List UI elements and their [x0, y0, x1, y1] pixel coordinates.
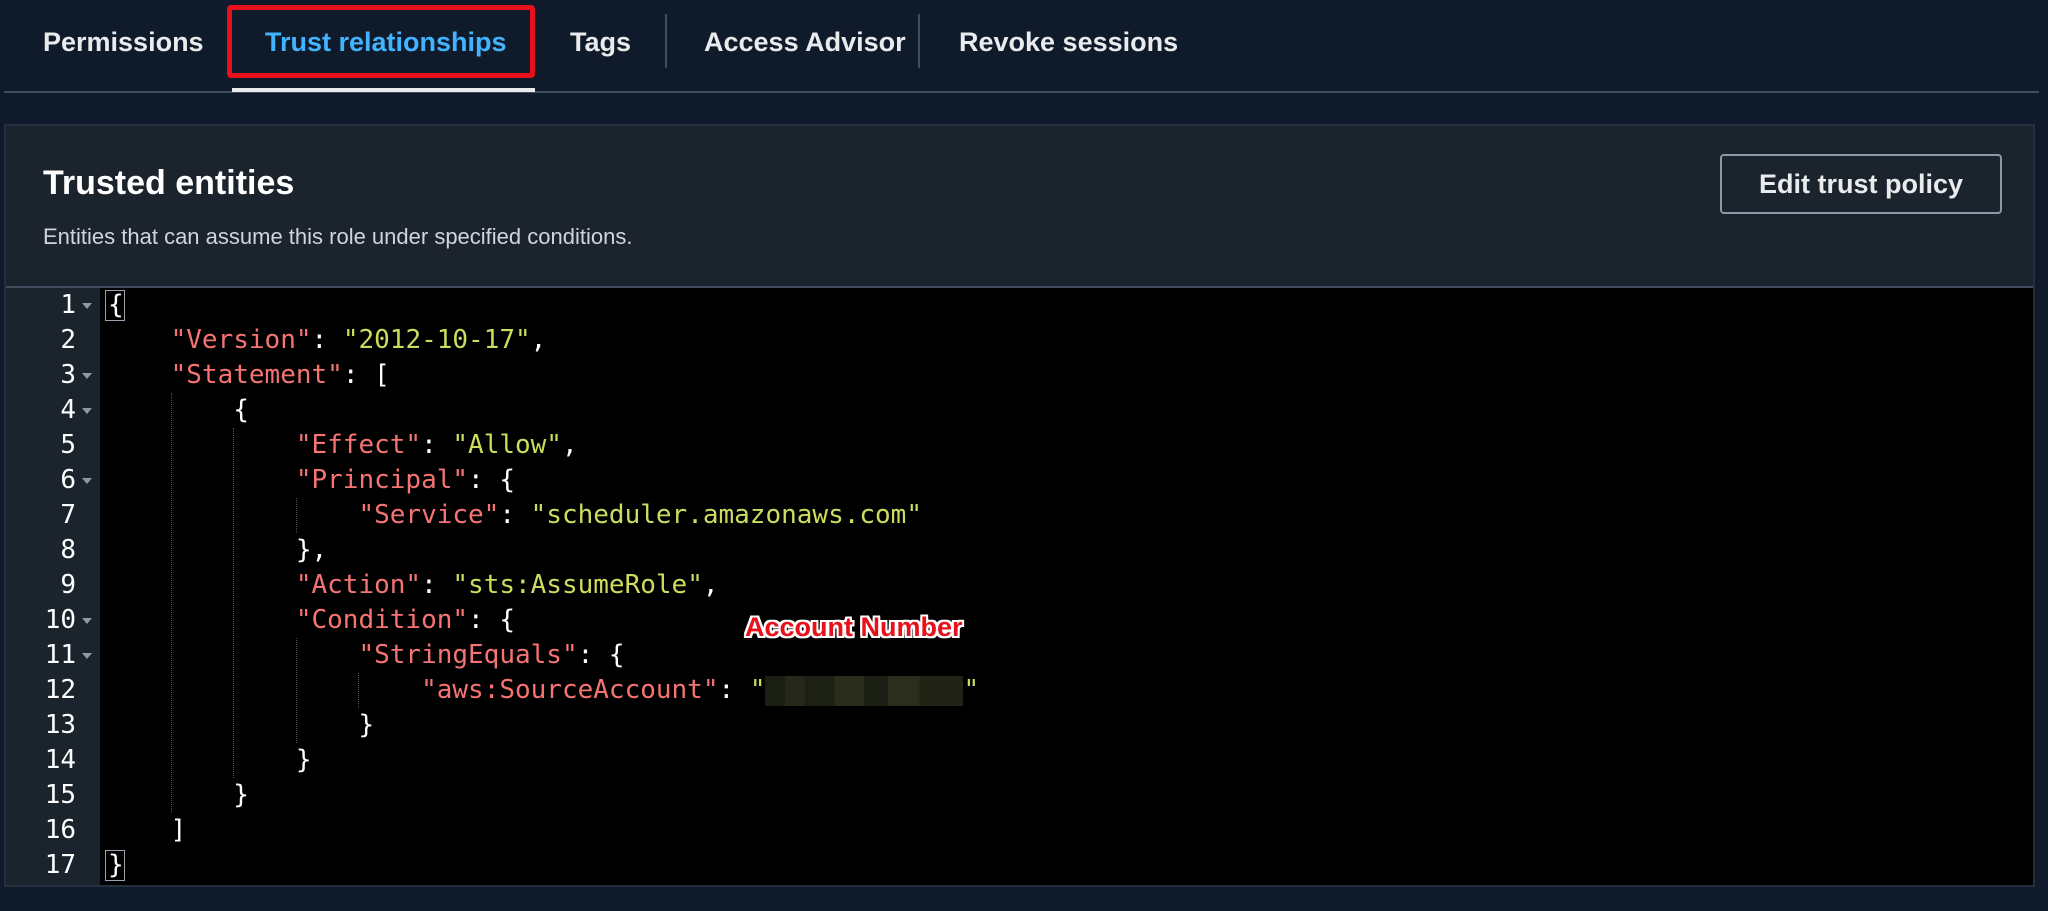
code-line[interactable]: "Effect": "Allow", — [108, 428, 578, 463]
tab-divider — [665, 14, 667, 68]
account-number-annotation: Account Number — [745, 612, 963, 642]
line-number: 16 — [44, 815, 76, 845]
code-line[interactable]: "StringEquals": { — [108, 638, 625, 673]
json-punctuation: : — [577, 640, 609, 670]
fold-arrow-icon[interactable] — [82, 653, 92, 659]
json-punctuation: , — [561, 430, 578, 460]
fold-arrow-icon[interactable] — [82, 618, 92, 624]
json-string-value: "2012-10-17" — [342, 325, 531, 355]
json-punctuation: } — [108, 850, 124, 880]
json-punctuation: }, — [295, 535, 328, 565]
line-number: 11 — [44, 640, 76, 670]
code-line[interactable]: } — [108, 778, 249, 813]
json-key: "Action" — [295, 570, 422, 600]
tab-revoke-sessions[interactable]: Revoke sessions — [959, 0, 1178, 84]
json-punctuation: [ — [374, 360, 390, 390]
json-key: "Service" — [358, 500, 500, 530]
json-punctuation: : — [421, 570, 453, 600]
code-line[interactable]: "Statement": [ — [108, 358, 390, 393]
panel-description: Entities that can assume this role under… — [43, 224, 633, 249]
json-key: "Statement" — [170, 360, 343, 390]
code-line[interactable]: ] — [108, 813, 187, 848]
fold-arrow-icon[interactable] — [82, 478, 92, 484]
json-punctuation: { — [108, 290, 124, 320]
code-content[interactable]: { "Version": "2012-10-17", "Statement": … — [102, 288, 2033, 885]
code-line[interactable]: }, — [108, 533, 327, 568]
line-number: 8 — [60, 535, 76, 565]
json-punctuation: : — [499, 500, 531, 530]
json-punctuation: } — [295, 745, 312, 775]
json-key: "StringEquals" — [358, 640, 578, 670]
code-editor[interactable]: 1 2 3 4 5 6 7 8 9 10 11 12 13 14 15 16 17 { "Version": "… — [6, 288, 2033, 885]
json-key: "Condition" — [295, 605, 469, 635]
tab-trust-relationships[interactable]: Trust relationships — [265, 0, 507, 84]
line-number: 13 — [44, 710, 76, 740]
active-tab-indicator — [232, 88, 535, 92]
tab-access-advisor[interactable]: Access Advisor — [704, 0, 906, 84]
json-string-quote: " — [963, 675, 980, 705]
json-key: "Effect" — [295, 430, 422, 460]
json-punctuation: , — [702, 570, 719, 600]
line-number: 17 — [44, 850, 76, 880]
json-punctuation: { — [499, 605, 515, 635]
line-number: 1 — [60, 290, 76, 320]
line-number: 15 — [44, 780, 76, 810]
redacted-account-number — [765, 675, 964, 706]
panel-header: Trusted entities Entities that can assum… — [6, 126, 2033, 288]
code-line[interactable]: "Version": "2012-10-17", — [108, 323, 547, 358]
json-punctuation: : — [468, 465, 500, 495]
json-string-value: "Allow" — [452, 430, 562, 460]
tab-bar: Permissions Trust relationships Tags Acc… — [4, 0, 2039, 93]
code-line[interactable]: { — [108, 288, 124, 323]
code-line[interactable]: { — [108, 393, 249, 428]
line-number: 14 — [44, 745, 76, 775]
json-string-value: "scheduler.amazonaws.com" — [530, 500, 922, 530]
code-line[interactable]: } — [108, 708, 374, 743]
trusted-entities-panel: Trusted entities Entities that can assum… — [4, 124, 2035, 887]
json-punctuation: ] — [170, 815, 187, 845]
line-number: 10 — [44, 605, 76, 635]
json-key: "aws:SourceAccount" — [421, 675, 719, 705]
json-punctuation: : — [342, 360, 375, 390]
line-number: 4 — [60, 395, 76, 425]
line-number: 6 — [60, 465, 76, 495]
code-line[interactable]: "Principal": { — [108, 463, 515, 498]
code-line[interactable]: "Action": "sts:AssumeRole", — [108, 568, 719, 603]
tab-tags[interactable]: Tags — [570, 0, 631, 84]
json-punctuation: : — [311, 325, 343, 355]
json-string-value: "sts:AssumeRole" — [452, 570, 703, 600]
code-line[interactable]: "Service": "scheduler.amazonaws.com" — [108, 498, 922, 533]
json-key: "Version" — [170, 325, 312, 355]
edit-trust-policy-button[interactable]: Edit trust policy — [1720, 154, 2002, 214]
json-punctuation: { — [233, 395, 249, 425]
line-number: 5 — [60, 430, 76, 460]
fold-arrow-icon[interactable] — [82, 303, 92, 309]
tab-divider — [918, 14, 920, 68]
json-punctuation: : — [421, 430, 453, 460]
json-punctuation: : — [718, 675, 750, 705]
line-number: 3 — [60, 360, 76, 390]
code-line[interactable]: "aws:SourceAccount": " " — [108, 673, 979, 708]
code-line[interactable]: "Condition": { — [108, 603, 515, 638]
line-number: 12 — [44, 675, 76, 705]
tab-permissions[interactable]: Permissions — [43, 0, 204, 84]
line-number: 7 — [60, 500, 76, 530]
line-number: 9 — [60, 570, 76, 600]
code-line[interactable]: } — [108, 743, 312, 778]
json-punctuation: } — [233, 780, 249, 810]
code-line[interactable]: } — [108, 848, 124, 883]
json-punctuation: } — [358, 710, 375, 740]
fold-arrow-icon[interactable] — [82, 408, 92, 414]
line-number: 2 — [60, 325, 76, 355]
json-string-quote: " — [749, 675, 766, 705]
json-punctuation: { — [499, 465, 515, 495]
fold-arrow-icon[interactable] — [82, 373, 92, 379]
line-number-gutter: 1 2 3 4 5 6 7 8 9 10 11 12 13 14 15 16 17 — [6, 288, 100, 885]
json-punctuation: , — [530, 325, 547, 355]
panel-title: Trusted entities — [43, 164, 295, 202]
json-key: "Principal" — [295, 465, 469, 495]
json-punctuation: : — [468, 605, 500, 635]
json-punctuation: { — [608, 640, 625, 670]
